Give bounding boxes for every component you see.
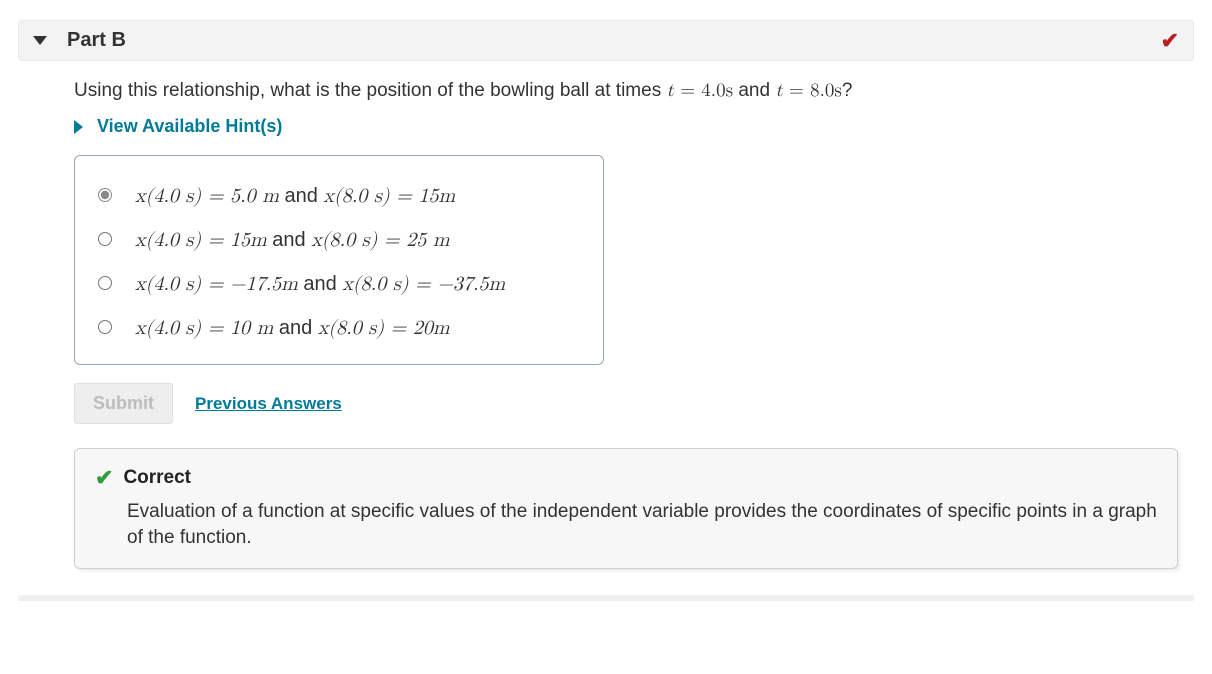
option-x1: x(4.0 s) = −17.5m <box>135 274 298 294</box>
check-icon: ✔ <box>1161 28 1179 54</box>
option-text: x(4.0 s) = 5.0 m and x(8.0 s) = 15m <box>135 184 455 208</box>
options-box: x(4.0 s) = 5.0 m and x(8.0 s) = 15m x(4.… <box>74 155 604 365</box>
eq-t1: = 4.0s <box>674 81 733 100</box>
caret-right-icon <box>74 120 83 134</box>
option-radio[interactable] <box>98 188 112 202</box>
option-x2: x(8.0 s) = −37.5m <box>342 274 505 294</box>
part-body: Using this relationship, what is the pos… <box>18 79 1194 569</box>
option-radio[interactable] <box>98 232 112 246</box>
part-title: Part B <box>67 29 126 52</box>
feedback-status: Correct <box>123 467 191 489</box>
feedback-box: ✔ Correct Evaluation of a function at sp… <box>74 448 1178 569</box>
previous-answers-link[interactable]: Previous Answers <box>195 394 342 414</box>
option-row[interactable]: x(4.0 s) = 15m and x(8.0 s) = 25 m <box>89 218 589 262</box>
option-x1: x(4.0 s) = 5.0 m <box>135 186 279 206</box>
question-text: Using this relationship, what is the pos… <box>74 79 1178 102</box>
question-prefix: Using this relationship, what is the pos… <box>74 80 666 101</box>
caret-down-icon <box>33 36 47 45</box>
submit-button[interactable]: Submit <box>74 383 173 424</box>
option-row[interactable]: x(4.0 s) = 5.0 m and x(8.0 s) = 15m <box>89 174 589 218</box>
hints-label: View Available Hint(s) <box>97 116 282 137</box>
var-t2: t <box>775 81 782 100</box>
option-text: x(4.0 s) = 15m and x(8.0 s) = 25 m <box>135 228 450 252</box>
option-x2: x(8.0 s) = 15m <box>323 186 455 206</box>
option-x2: x(8.0 s) = 20m <box>318 318 450 338</box>
option-x1: x(4.0 s) = 10 m <box>135 318 273 338</box>
option-text: x(4.0 s) = 10 m and x(8.0 s) = 20m <box>135 316 450 340</box>
option-conj: and <box>272 229 305 251</box>
feedback-text: Evaluation of a function at specific val… <box>95 499 1157 550</box>
action-row: Submit Previous Answers <box>74 383 1178 424</box>
question-suffix: ? <box>842 80 853 101</box>
question-mid: and <box>738 80 775 101</box>
option-conj: and <box>284 185 317 207</box>
option-row[interactable]: x(4.0 s) = −17.5m and x(8.0 s) = −37.5m <box>89 262 589 306</box>
option-radio[interactable] <box>98 276 112 290</box>
var-t1: t <box>666 81 673 100</box>
option-x2: x(8.0 s) = 25 m <box>311 230 449 250</box>
hints-toggle[interactable]: View Available Hint(s) <box>74 116 1178 137</box>
option-x1: x(4.0 s) = 15m <box>135 230 267 250</box>
eq-t2: = 8.0s <box>783 81 842 100</box>
feedback-header: ✔ Correct <box>95 465 1157 491</box>
option-conj: and <box>303 273 336 295</box>
option-conj: and <box>279 317 312 339</box>
part-header[interactable]: Part B ✔ <box>18 20 1194 61</box>
option-radio[interactable] <box>98 320 112 334</box>
section-divider <box>18 595 1194 601</box>
option-row[interactable]: x(4.0 s) = 10 m and x(8.0 s) = 20m <box>89 306 589 350</box>
check-icon: ✔ <box>95 465 113 491</box>
option-text: x(4.0 s) = −17.5m and x(8.0 s) = −37.5m <box>135 272 505 296</box>
